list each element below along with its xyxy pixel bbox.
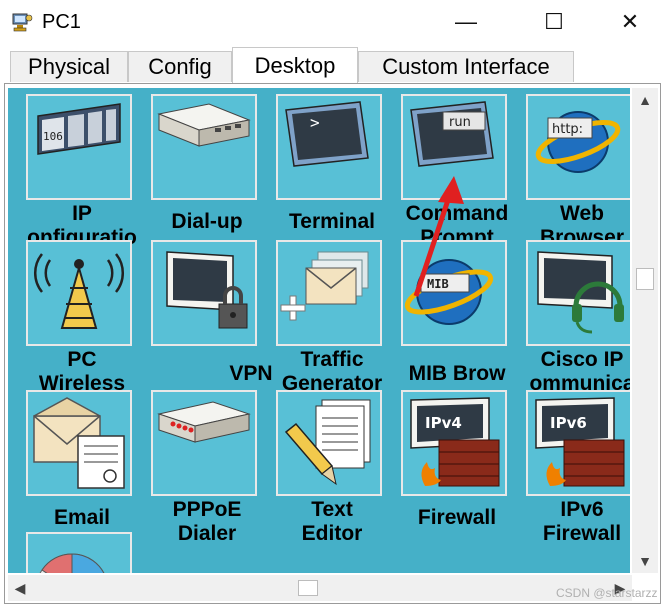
mib-browser-icon: MIB [404,259,494,325]
app-tile[interactable]: 106 [26,94,132,200]
app-tile[interactable]: IPv4 [401,390,507,496]
app-tile[interactable] [276,240,382,346]
svg-text:run: run [449,115,471,130]
pppoe-dialer-device-icon [157,401,251,443]
packet-tracer-pc-icon [10,10,34,34]
minimize-icon: — [455,9,477,34]
vpn-lock-monitor-icon [166,251,248,329]
scroll-down-button[interactable]: ▼ [632,549,658,573]
desktop-area: 106 IP onfiguratio Dial-up > Terminal ru… [8,88,630,573]
chevron-up-icon: ▲ [638,92,652,108]
close-button[interactable]: ✕ [602,0,658,44]
tab-custom-interface[interactable]: Custom Interface [358,51,574,82]
horizontal-scroll-thumb[interactable] [298,580,318,596]
tab-config[interactable]: Config [128,51,232,82]
vertical-scroll-thumb[interactable] [636,268,654,290]
command-prompt-icon: run [410,101,494,167]
chevron-left-icon: ◀ [14,579,26,596]
app-vpn[interactable]: VPN [145,240,273,385]
app-ip-configuration[interactable]: 106 IP onfiguratio [20,94,137,249]
window-title: PC1 [42,11,81,33]
watermark: CSDN @starstarzz [556,586,658,600]
maximize-icon: ☐ [544,9,564,34]
minimize-button[interactable]: — [438,0,494,44]
tab-physical[interactable]: Physical [10,51,128,82]
app-tile[interactable] [151,390,257,496]
svg-text:106: 106 [43,130,63,143]
app-label: Terminal [289,210,375,233]
app-tile[interactable] [26,390,132,496]
app-traffic-generator[interactable]: Traffic Generator [270,240,382,395]
app-tile[interactable] [526,240,630,346]
app-text-editor[interactable]: Text Editor [270,390,382,545]
text-editor-pencil-icon [284,399,371,486]
app-pc-wireless[interactable]: PC Wireless [20,240,132,395]
dialup-modem-icon [157,103,251,147]
app-tile[interactable]: IPv6 [526,390,630,496]
app-web-browser[interactable]: http: Web Browser [520,94,630,249]
app-tile[interactable] [26,532,132,573]
cisco-ip-communicator-icon [537,251,624,334]
app-dial-up[interactable]: Dial-up [145,94,257,234]
app-label: Text Editor [301,498,363,545]
horizontal-scrollbar[interactable]: ◀ ▶ [8,575,632,601]
ipv6-firewall-icon: IPv6 [535,397,625,487]
app-label: Dial-up [171,210,243,233]
tab-bar: Physical Config Custom Interface Desktop [4,47,661,83]
svg-text:IPv6: IPv6 [550,414,587,432]
tab-desktop[interactable]: Desktop [232,47,358,83]
maximize-button[interactable]: ☐ [526,0,582,44]
traffic-generator-envelope-icon [280,251,369,321]
web-browser-icon: http: [535,111,621,173]
ip-configuration-icon: 106 [37,103,121,155]
app-terminal[interactable]: > Terminal [270,94,382,234]
app-tile[interactable] [26,240,132,346]
terminal-monitor-icon: > [285,101,369,167]
app-tile[interactable] [276,390,382,496]
app-tile[interactable] [151,240,257,346]
svg-text:MIB: MIB [427,277,449,291]
email-envelope-icon [33,397,125,489]
app-tile[interactable]: run [401,94,507,200]
scroll-up-button[interactable]: ▲ [632,88,658,112]
app-label: Email [53,506,111,529]
app-command-prompt[interactable]: run Command Prompt [395,94,508,249]
app-label: Traffic Generator [281,348,383,395]
close-icon: ✕ [620,9,640,34]
app-tile[interactable] [151,94,257,200]
chevron-down-icon: ▼ [638,553,652,569]
scroll-left-button[interactable]: ◀ [8,575,32,601]
app-tile[interactable]: http: [526,94,630,200]
svg-text:IPv4: IPv4 [425,414,462,432]
app-label: PC Wireless [38,348,126,395]
svg-text:>: > [310,113,320,132]
ipv4-firewall-icon: IPv4 [410,397,500,487]
vertical-scrollbar[interactable]: ▲ ▼ [632,88,658,573]
app-email[interactable]: Email [20,390,132,530]
app-pie-chart[interactable] [20,532,132,573]
app-mib-browser[interactable]: MIB MIB Brow [395,240,507,385]
app-label: MIB Brow [408,362,506,385]
app-tile[interactable]: MIB [401,240,507,346]
app-ipv6-firewall[interactable]: IPv6 IPv6 Firewall [520,390,630,545]
app-label: Firewall [417,506,497,529]
title-bar: PC1 — ☐ ✕ [0,0,665,44]
app-firewall[interactable]: IPv4 Firewall [395,390,507,530]
app-pppoe-dialer[interactable]: PPPoE Dialer [145,390,257,545]
app-tile[interactable]: > [276,94,382,200]
svg-text:http:: http: [552,122,583,137]
app-cisco-ip-communicator[interactable]: Cisco IP ommunica [520,240,630,395]
app-label: IPv6 Firewall [542,498,622,545]
app-label: PPPoE Dialer [172,498,242,545]
app-label: Cisco IP ommunica [529,348,630,395]
wireless-antenna-icon [33,253,125,329]
pie-chart-icon [39,553,105,573]
